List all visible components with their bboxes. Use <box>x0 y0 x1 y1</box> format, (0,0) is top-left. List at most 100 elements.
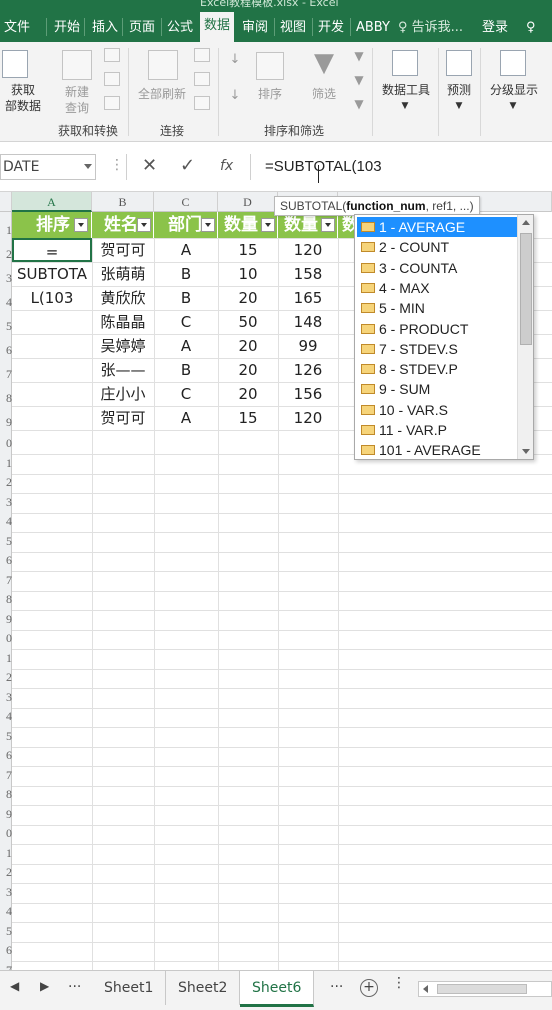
refresh-all-button[interactable]: 全部刷新 <box>134 86 190 102</box>
row-header[interactable]: 6 <box>0 941 12 961</box>
autocomplete-item[interactable]: 3 - COUNTA <box>357 258 517 278</box>
table-cell-q1[interactable]: 20 <box>218 358 278 382</box>
table-cell-q1[interactable]: 20 <box>218 286 278 310</box>
row-header[interactable]: 1 <box>0 649 12 669</box>
tab-insert[interactable]: 插入 <box>88 14 122 42</box>
table-cell-q2[interactable]: 120 <box>278 238 338 262</box>
add-sheet-icon[interactable]: + <box>360 979 378 997</box>
divider-handle-icon[interactable]: ⋮ <box>392 975 406 991</box>
filter-dropdown-button[interactable] <box>321 218 335 232</box>
sheet-tab-sheet2[interactable]: Sheet2 <box>166 971 241 1005</box>
table-cell-dept[interactable]: B <box>154 358 218 382</box>
scrollbar-thumb[interactable] <box>437 984 527 994</box>
advanced-filter-icon[interactable]: ▼ <box>350 96 368 112</box>
chevron-down-icon[interactable] <box>84 164 92 169</box>
row-header[interactable]: 3 <box>0 688 12 708</box>
autocomplete-item[interactable]: 9 - SUM <box>357 379 517 399</box>
autocomplete-item[interactable]: 2 - COUNT <box>357 237 517 257</box>
tooltip-fn[interactable]: SUBTOTAL( <box>280 199 346 213</box>
table-cell-dept[interactable]: C <box>154 382 218 406</box>
row-header[interactable]: 0 <box>0 629 12 649</box>
show-queries-icon[interactable] <box>104 48 120 62</box>
scroll-right-icon[interactable]: ▶ <box>40 979 49 993</box>
autocomplete-item[interactable]: 10 - VAR.S <box>357 400 517 420</box>
row-header[interactable]: 3 <box>0 266 12 290</box>
more-icon[interactable]: ⋮ <box>110 157 124 173</box>
more-sheets-icon[interactable]: ... <box>330 975 343 991</box>
formula-input[interactable]: =SUBTOTAL(103 <box>250 154 552 180</box>
table-cell-name[interactable]: 贺可可 <box>92 238 154 262</box>
row-header[interactable]: 9 <box>0 610 12 630</box>
column-header-d[interactable]: D <box>218 192 278 212</box>
row-header[interactable]: 7 <box>0 766 12 786</box>
function-autocomplete-list[interactable]: 1 - AVERAGE 2 - COUNT 3 - COUNTA 4 - MAX 5 -… <box>354 214 534 460</box>
row-header[interactable]: 1 <box>0 218 12 242</box>
share-icon[interactable]: ♀ <box>526 14 536 42</box>
row-header[interactable]: 4 <box>0 902 12 922</box>
row-header[interactable]: 2 <box>0 473 12 493</box>
row-header[interactable]: 5 <box>0 922 12 942</box>
column-header-b[interactable]: B <box>92 192 154 212</box>
tooltip-arg[interactable]: function_num <box>346 199 425 213</box>
table-cell-name[interactable]: 吴婷婷 <box>92 334 154 358</box>
from-table-icon[interactable] <box>104 72 120 86</box>
filter-dropdown-button[interactable] <box>261 218 275 232</box>
sort-button[interactable]: 排序 <box>254 86 286 102</box>
tab-developer[interactable]: 开发 <box>314 14 348 42</box>
autocomplete-item[interactable]: 1 - AVERAGE <box>357 217 517 237</box>
autocomplete-item[interactable]: 8 - STDEV.P <box>357 359 517 379</box>
scroll-left-icon[interactable] <box>423 985 428 993</box>
table-cell-q2[interactable]: 158 <box>278 262 338 286</box>
column-header-c[interactable]: C <box>154 192 218 212</box>
row-header[interactable]: 0 <box>0 824 12 844</box>
scroll-left-icon[interactable]: ◀ <box>10 979 19 993</box>
tab-abbyy[interactable]: ABBY <box>352 14 394 42</box>
select-all-corner[interactable] <box>0 192 12 212</box>
more-sheets-icon[interactable]: ... <box>68 975 81 991</box>
table-cell-name[interactable]: 张—— <box>92 358 154 382</box>
filter-dropdown-button[interactable] <box>74 218 88 232</box>
edit-links-icon[interactable] <box>194 96 210 110</box>
table-cell-q2[interactable]: 120 <box>278 406 338 430</box>
forecast-button[interactable]: 预测 <box>444 82 474 98</box>
row-header[interactable]: 8 <box>0 386 12 410</box>
sheet-tab-sheet6[interactable]: Sheet6 <box>240 971 315 1007</box>
tab-file[interactable]: 文件 <box>0 14 34 42</box>
filter-dropdown-button[interactable] <box>201 218 215 232</box>
row-header[interactable]: 3 <box>0 493 12 513</box>
autocomplete-item[interactable]: 7 - STDEV.S <box>357 339 517 359</box>
column-header-a[interactable]: A <box>12 192 92 212</box>
insert-function-icon[interactable]: fx <box>220 158 233 174</box>
row-header[interactable]: 6 <box>0 746 12 766</box>
tab-page-layout[interactable]: 页面 <box>125 14 159 42</box>
row-header[interactable]: 2 <box>0 668 12 688</box>
clear-filter-icon[interactable]: ▼ <box>350 48 368 64</box>
scrollbar-thumb[interactable] <box>520 233 532 345</box>
tell-me-search[interactable]: ♀ 告诉我... <box>398 14 463 42</box>
scroll-up-icon[interactable] <box>522 220 530 225</box>
autocomplete-item[interactable]: 101 - AVERAGE <box>357 440 517 459</box>
recent-sources-icon[interactable] <box>104 96 120 110</box>
table-cell-name[interactable]: 黄欣欣 <box>92 286 154 310</box>
table-cell-name[interactable]: 陈晶晶 <box>92 310 154 334</box>
horizontal-scrollbar[interactable] <box>418 981 552 997</box>
new-query-button[interactable]: 新建 查询 <box>56 84 98 116</box>
table-cell-q1[interactable]: 20 <box>218 382 278 406</box>
table-cell-name[interactable]: 庄小小 <box>92 382 154 406</box>
properties-icon[interactable] <box>194 72 210 86</box>
tab-formulas[interactable]: 公式 <box>163 14 197 42</box>
active-cell[interactable] <box>12 238 92 262</box>
table-cell-dept[interactable]: B <box>154 286 218 310</box>
outline-button[interactable]: 分级显示 <box>484 82 544 98</box>
row-header[interactable]: 5 <box>0 532 12 552</box>
table-cell-dept[interactable]: B <box>154 262 218 286</box>
row-header[interactable]: 6 <box>0 551 12 571</box>
table-cell-q1[interactable]: 15 <box>218 406 278 430</box>
tab-home[interactable]: 开始 <box>50 14 84 42</box>
data-tools-button[interactable]: 数据工具 <box>376 82 436 98</box>
row-header[interactable]: 1 <box>0 454 12 474</box>
autocomplete-item[interactable]: 6 - PRODUCT <box>357 319 517 339</box>
row-header[interactable]: 6 <box>0 338 12 362</box>
tab-view[interactable]: 视图 <box>276 14 310 42</box>
row-header[interactable]: 5 <box>0 314 12 338</box>
